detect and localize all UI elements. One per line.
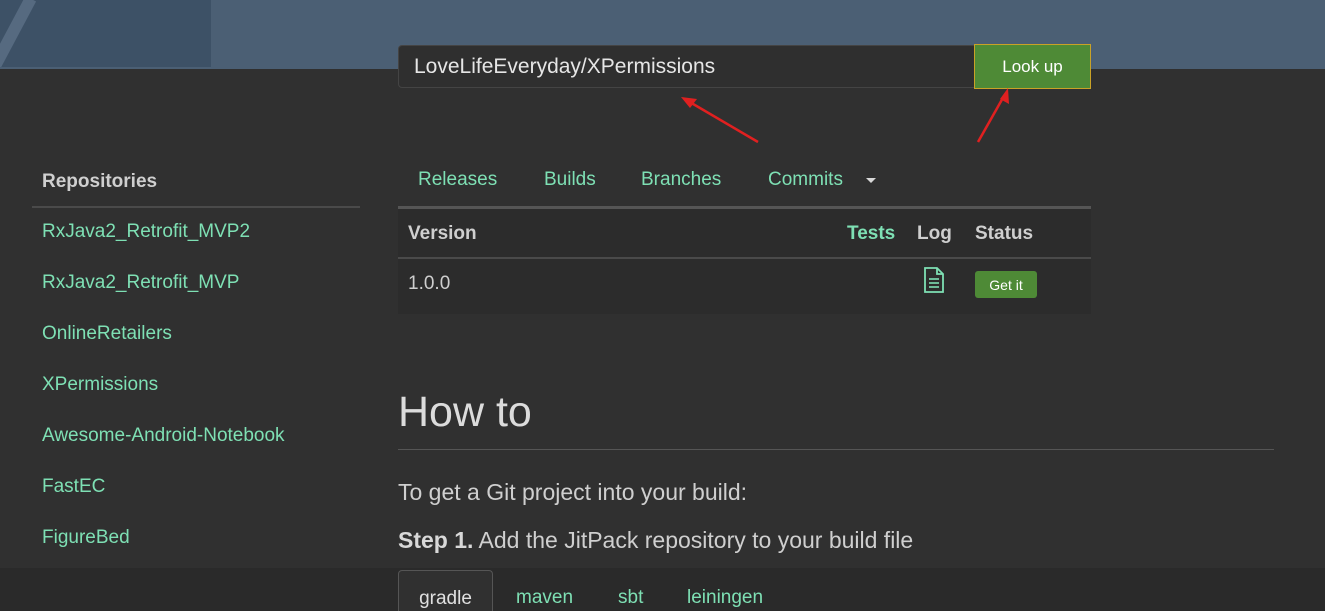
- chevron-down-icon[interactable]: [866, 178, 876, 183]
- repository-tabs: Releases Builds Branches Commits: [398, 168, 1091, 206]
- column-header-version: Version: [408, 223, 477, 244]
- table-header-divider: [398, 257, 1091, 259]
- howto-heading: How to: [398, 388, 532, 436]
- sidebar-item-onlineretailers[interactable]: OnlineRetailers: [42, 322, 285, 373]
- sidebar-item-rxjava2-retrofit-mvp2[interactable]: RxJava2_Retrofit_MVP2: [42, 220, 285, 271]
- howto-intro-text: To get a Git project into your build:: [398, 479, 748, 505]
- sidebar-item-awesome-android-notebook[interactable]: Awesome-Android-Notebook: [42, 424, 285, 475]
- tab-maven[interactable]: maven: [516, 570, 573, 611]
- howto-divider: [398, 449, 1274, 450]
- sidebar-divider: [32, 206, 360, 208]
- column-header-tests[interactable]: Tests: [847, 223, 895, 245]
- tab-gradle[interactable]: gradle: [398, 570, 493, 611]
- arrow-to-look-up-button: [976, 88, 1009, 143]
- builds-table: Version Tests Log Status 1.0.0 Get it: [398, 209, 1091, 314]
- sidebar-title: Repositories: [42, 171, 158, 192]
- step-description: Add the JitPack repository to your build…: [473, 527, 914, 553]
- arrow-to-search-input: [681, 97, 759, 144]
- tab-sbt[interactable]: sbt: [618, 570, 643, 611]
- tab-releases[interactable]: Releases: [418, 168, 497, 192]
- column-header-status: Status: [975, 223, 1034, 244]
- look-up-button[interactable]: Look up: [974, 44, 1091, 89]
- tab-builds[interactable]: Builds: [544, 168, 596, 192]
- step-1-text: Step 1. Add the JitPack repository to yo…: [398, 527, 913, 554]
- sidebar-item-rxjava2-retrofit-mvp[interactable]: RxJava2_Retrofit_MVP: [42, 271, 285, 322]
- code-tabs-band: [0, 568, 1325, 611]
- step-label: Step 1.: [398, 527, 474, 553]
- column-header-log: Log: [917, 223, 952, 244]
- sidebar-item-fastec[interactable]: FastEC: [42, 475, 285, 526]
- document-icon[interactable]: [922, 266, 946, 294]
- table-cell-version: 1.0.0: [408, 273, 451, 294]
- logo-image: [0, 0, 211, 67]
- repository-search-input[interactable]: [398, 45, 975, 88]
- tab-branches[interactable]: Branches: [641, 168, 721, 192]
- repository-list: RxJava2_Retrofit_MVP2 RxJava2_Retrofit_M…: [42, 220, 285, 577]
- tab-commits[interactable]: Commits: [768, 168, 843, 192]
- get-it-button[interactable]: Get it: [975, 271, 1037, 298]
- sidebar-item-xpermissions[interactable]: XPermissions: [42, 373, 285, 424]
- tab-leiningen[interactable]: leiningen: [687, 570, 763, 611]
